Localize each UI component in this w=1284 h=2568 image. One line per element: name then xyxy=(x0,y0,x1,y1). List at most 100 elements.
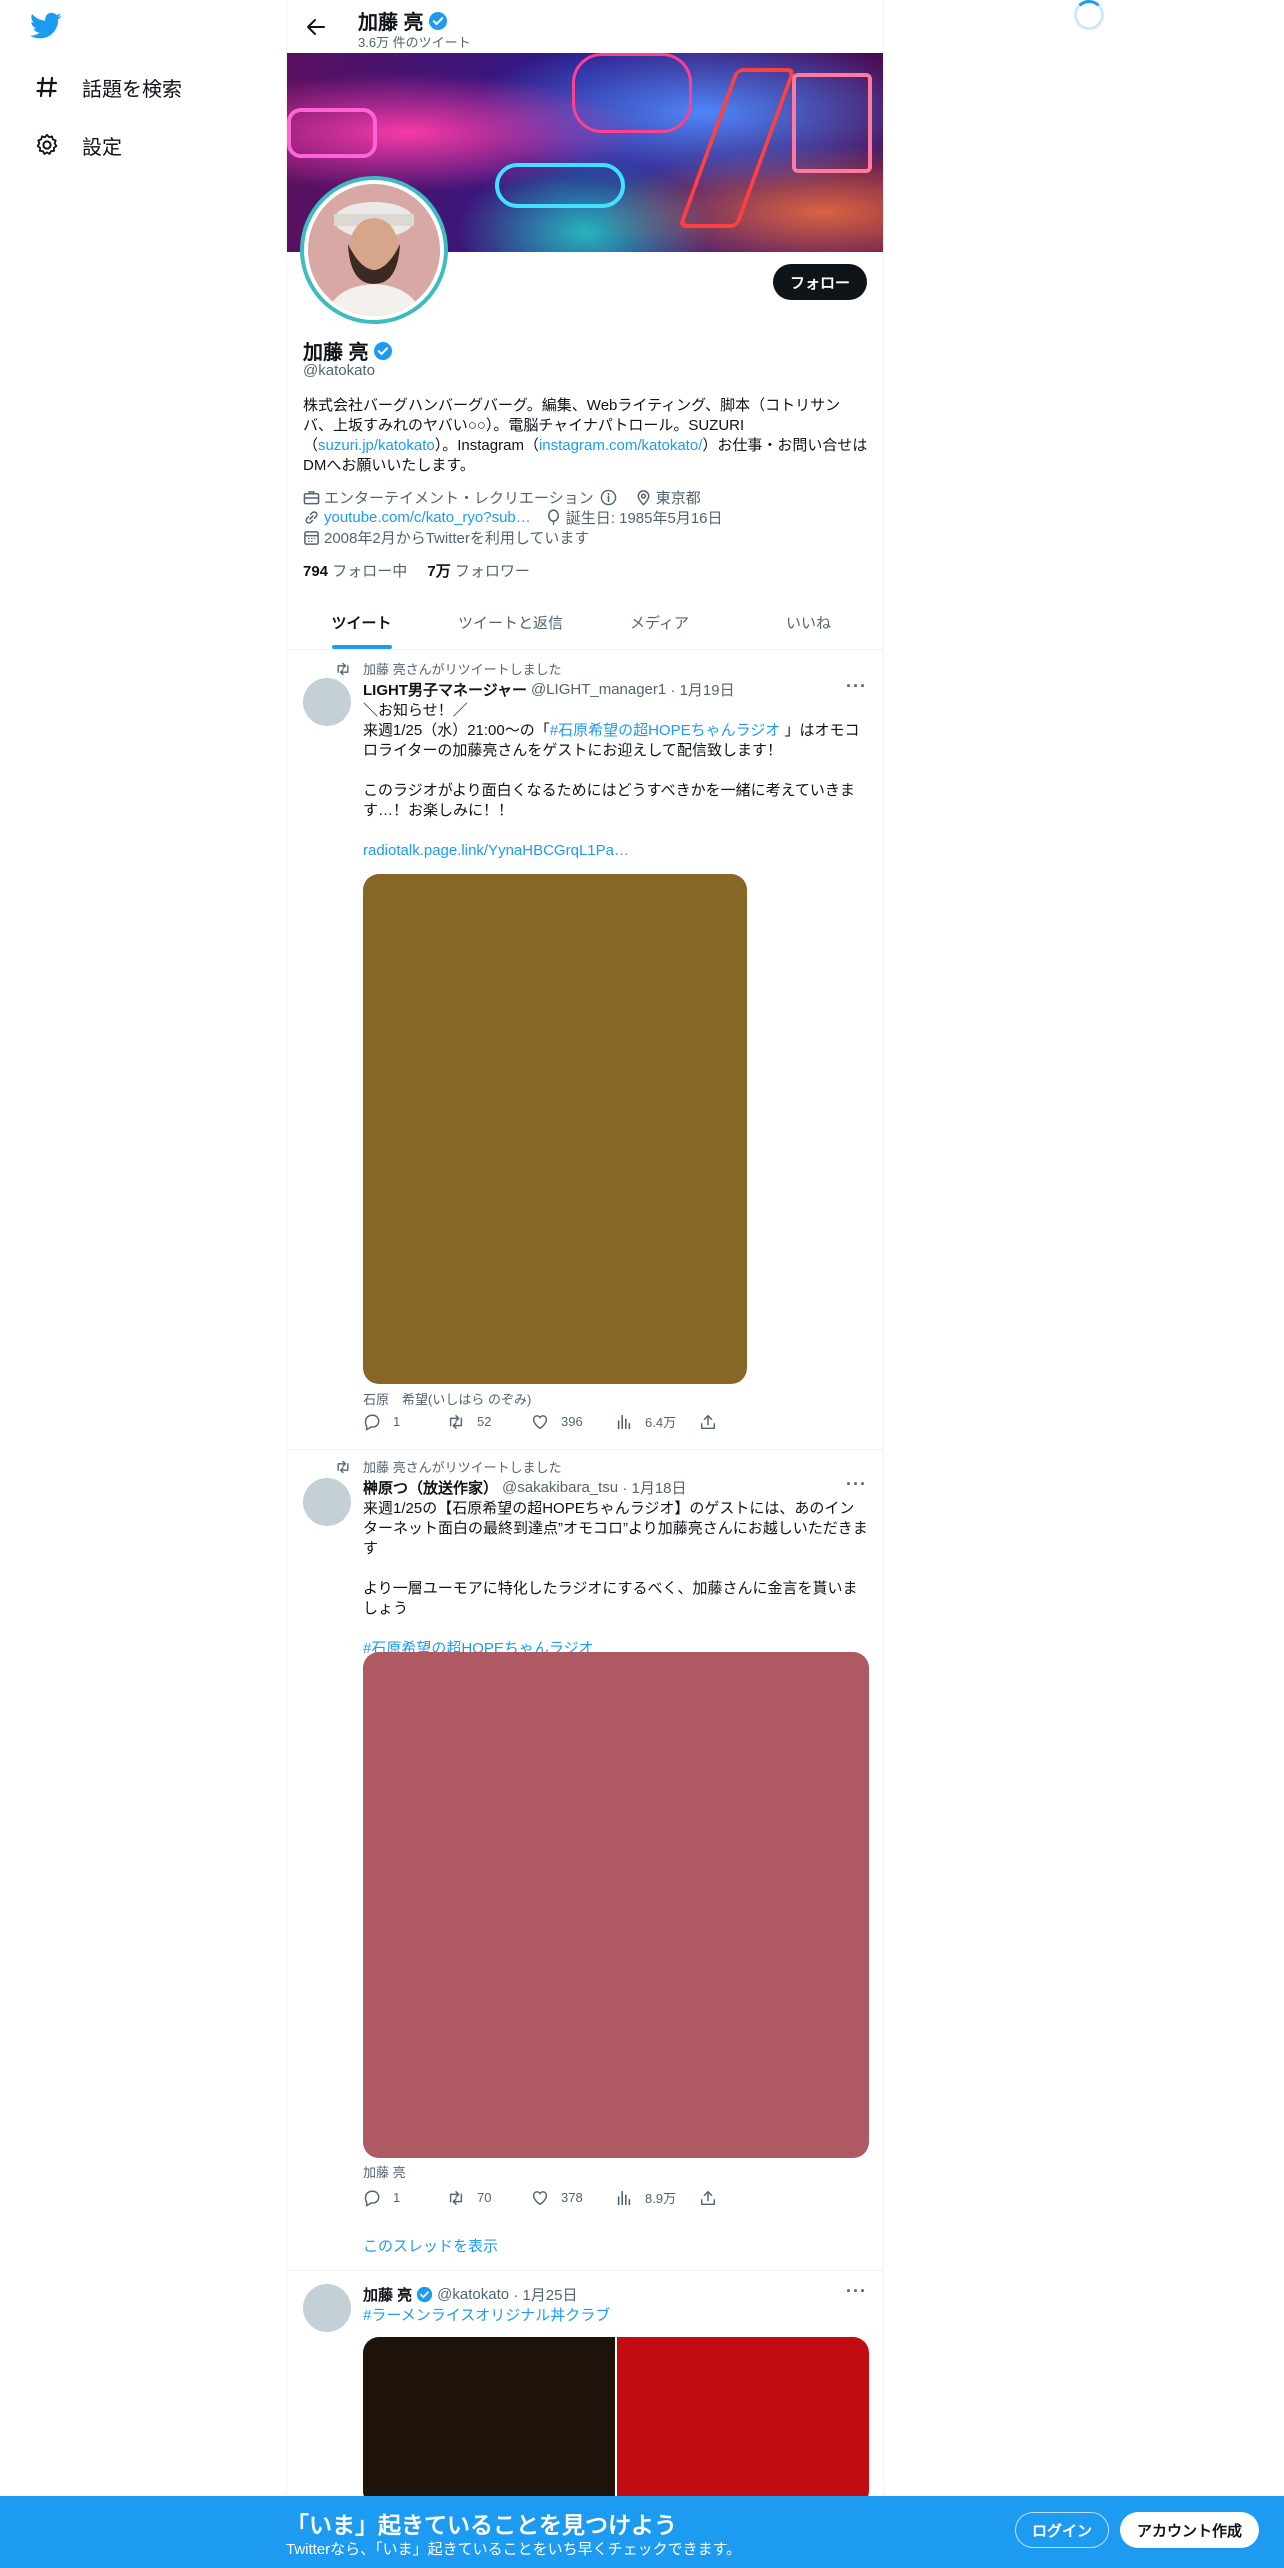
neon-sign xyxy=(287,108,377,158)
profile-birthday-text: 誕生日: 1985年5月16日 xyxy=(565,510,723,527)
profile-birthday: 誕生日: 1985年5月16日 xyxy=(545,507,723,528)
following-link[interactable]: 794 フォロー中 xyxy=(303,563,407,580)
profile-joined-text: 2008年2月からTwitterを利用しています xyxy=(324,530,590,547)
neon-sign xyxy=(572,53,692,133)
reply-button[interactable]: 1 xyxy=(363,2188,447,2207)
left-nav: 話題を検索 設定 xyxy=(0,0,286,2568)
retweet-icon xyxy=(337,1460,349,1473)
tweet-handle[interactable]: @katokato xyxy=(437,2286,509,2303)
back-arrow-icon xyxy=(307,19,325,35)
more-options-icon[interactable]: ··· xyxy=(846,676,867,697)
view-count: 8.9万 xyxy=(645,2191,677,2206)
tweet-handle[interactable]: @LIGHT_manager1 xyxy=(531,681,666,698)
tweet-link[interactable]: radiotalk.page.link/YynaHBCGrqL1Pa… xyxy=(363,841,869,861)
hashtag-link[interactable]: #ラーメンライスオリジナル丼クラブ xyxy=(363,2306,869,2326)
tweet-text-span: 来週1/25（水）21:00〜の「 xyxy=(363,722,550,739)
like-count: 378 xyxy=(561,2190,583,2205)
retweet-button[interactable]: 52 xyxy=(447,1412,531,1431)
tweet-avatar[interactable] xyxy=(303,1478,351,1526)
show-thread-link[interactable]: このスレッドを表示 xyxy=(363,2235,498,2256)
nav-explore[interactable]: 話題を検索 xyxy=(34,67,182,107)
tab-media[interactable]: メディア xyxy=(585,596,734,649)
tweet[interactable]: 加藤 亮さんがリツイートしました 榊原つ（放送作家） @sakakibara_t… xyxy=(287,1451,883,2271)
views-button[interactable]: 8.9万 xyxy=(615,2188,699,2207)
tweet-date[interactable]: · 1月25日 xyxy=(513,2284,577,2305)
bio-link-instagram[interactable]: instagram.com/katokato/ xyxy=(539,437,702,454)
tweet-header: LIGHT男子マネージャー @LIGHT_manager1 · 1月19日 xyxy=(363,679,735,700)
profile-website-link[interactable]: youtube.com/c/kato_ryo?sub… xyxy=(324,509,531,526)
follow-stats: 794 フォロー中 7万 フォロワー xyxy=(303,560,530,581)
profile-category: エンターテイメント・レクリエーション xyxy=(303,487,621,508)
back-button[interactable] xyxy=(299,10,333,44)
tweet-actions: 1 52 396 6.4万 xyxy=(363,1412,783,1431)
tweet-media[interactable] xyxy=(363,2337,869,2507)
profile-meta-row-1: エンターテイメント・レクリエーション 東京都 xyxy=(303,487,715,508)
tweet-author[interactable]: 榊原つ（放送作家） xyxy=(363,1477,498,1498)
tweet-media[interactable] xyxy=(363,874,747,1384)
retweet-indicator: 加藤 亮さんがリツイートしました xyxy=(335,1457,562,1476)
profile-location: 東京都 xyxy=(635,487,701,508)
reply-button[interactable]: 1 xyxy=(363,1412,447,1431)
share-button[interactable] xyxy=(699,2188,783,2207)
briefcase-icon xyxy=(303,491,320,505)
tweet-header: 榊原つ（放送作家） @sakakibara_tsu · 1月18日 xyxy=(363,1477,687,1498)
profile-joined: 2008年2月からTwitterを利用しています xyxy=(303,527,589,548)
tweet-author[interactable]: LIGHT男子マネージャー xyxy=(363,679,527,700)
profile-location-text: 東京都 xyxy=(655,490,701,507)
profile-column: 加藤 亮 3.6万 件のツイート フォロー 加藤 亮 @katokato 株式会… xyxy=(286,0,884,2507)
tweet-line: 来週1/25（水）21:00〜の「#石原希望の超HOPEちゃんラジオ 」はオモコ… xyxy=(363,721,869,761)
twitter-logo-icon[interactable] xyxy=(30,12,66,48)
tweet[interactable]: 加藤 亮さんがリツイートしました LIGHT男子マネージャー @LIGHT_ma… xyxy=(287,651,883,1450)
more-options-icon[interactable]: ··· xyxy=(846,1474,867,1495)
signup-banner-subtitle: Twitterなら、「いま」起きていることをいち早くチェックできます。 xyxy=(286,2541,742,2558)
tweet-date[interactable]: · 1月19日 xyxy=(670,679,734,700)
location-pin-icon xyxy=(637,490,650,506)
signup-banner: 「いま」起きていることを見つけよう Twitterなら、「いま」起きていることを… xyxy=(0,2496,1284,2568)
share-icon xyxy=(700,2190,716,2205)
follow-button[interactable]: フォロー xyxy=(772,264,867,300)
retweet-button[interactable]: 70 xyxy=(447,2188,531,2207)
more-options-icon[interactable]: ··· xyxy=(846,2281,867,2302)
profile-name-row: 加藤 亮 xyxy=(303,336,393,365)
signup-button[interactable]: アカウント作成 xyxy=(1120,2512,1260,2548)
nav-settings[interactable]: 設定 xyxy=(34,125,122,165)
tab-tweets[interactable]: ツイート xyxy=(287,596,436,649)
tweet-handle[interactable]: @sakakibara_tsu xyxy=(502,1479,618,1496)
share-button[interactable] xyxy=(699,1412,783,1431)
tweet-date[interactable]: · 1月18日 xyxy=(622,1477,686,1498)
retweet-indicator: 加藤 亮さんがリツイートしました xyxy=(335,659,562,678)
nav-settings-label: 設定 xyxy=(82,136,122,159)
profile-avatar[interactable] xyxy=(304,180,444,320)
info-icon[interactable] xyxy=(600,489,617,506)
like-button[interactable]: 396 xyxy=(531,1412,615,1431)
tweet-avatar[interactable] xyxy=(303,2284,351,2332)
tweet-author[interactable]: 加藤 亮 xyxy=(363,2284,412,2305)
hashtag-link[interactable]: #石原希望の超HOPEちゃんラジオ xyxy=(550,722,781,739)
tweet-media-image[interactable] xyxy=(617,2337,869,2507)
tweet-avatar[interactable] xyxy=(303,678,351,726)
tab-likes[interactable]: いいね xyxy=(734,596,883,649)
tweet-media[interactable] xyxy=(363,1652,869,2158)
header-name-row: 加藤 亮 xyxy=(358,6,448,35)
bio-text: ）。Instagram（ xyxy=(434,437,539,454)
following-label: フォロー中 xyxy=(332,563,408,580)
views-button[interactable]: 6.4万 xyxy=(615,1412,699,1431)
followers-link[interactable]: 7万 フォロワー xyxy=(427,563,530,580)
tweet[interactable]: 加藤 亮 @katokato · 1月25日 ··· #ラーメンライスオリジナル… xyxy=(287,2272,883,2507)
calendar-icon xyxy=(304,531,319,545)
view-count: 6.4万 xyxy=(645,1415,677,1430)
bio-link-suzuri[interactable]: suzuri.jp/katokato xyxy=(318,437,435,454)
tab-tweets-and-replies[interactable]: ツイートと返信 xyxy=(436,596,585,649)
tweet-line: 来週1/25の【石原希望の超HOPEちゃんラジオ】のゲストには、あのインターネッ… xyxy=(363,1500,868,1557)
like-button[interactable]: 378 xyxy=(531,2188,615,2207)
profile-website[interactable]: youtube.com/c/kato_ryo?sub… xyxy=(303,509,531,526)
login-button[interactable]: ログイン xyxy=(1015,2512,1110,2548)
tweet-line: ＼お知らせ！／ xyxy=(363,702,468,719)
tweet-media-image[interactable] xyxy=(363,2337,617,2507)
retweet-count: 52 xyxy=(477,1414,492,1429)
retweet-icon xyxy=(449,2190,463,2205)
gear-icon xyxy=(34,132,60,158)
profile-name: 加藤 亮 xyxy=(303,342,369,364)
tweet-text: #ラーメンライスオリジナル丼クラブ xyxy=(363,2306,869,2326)
